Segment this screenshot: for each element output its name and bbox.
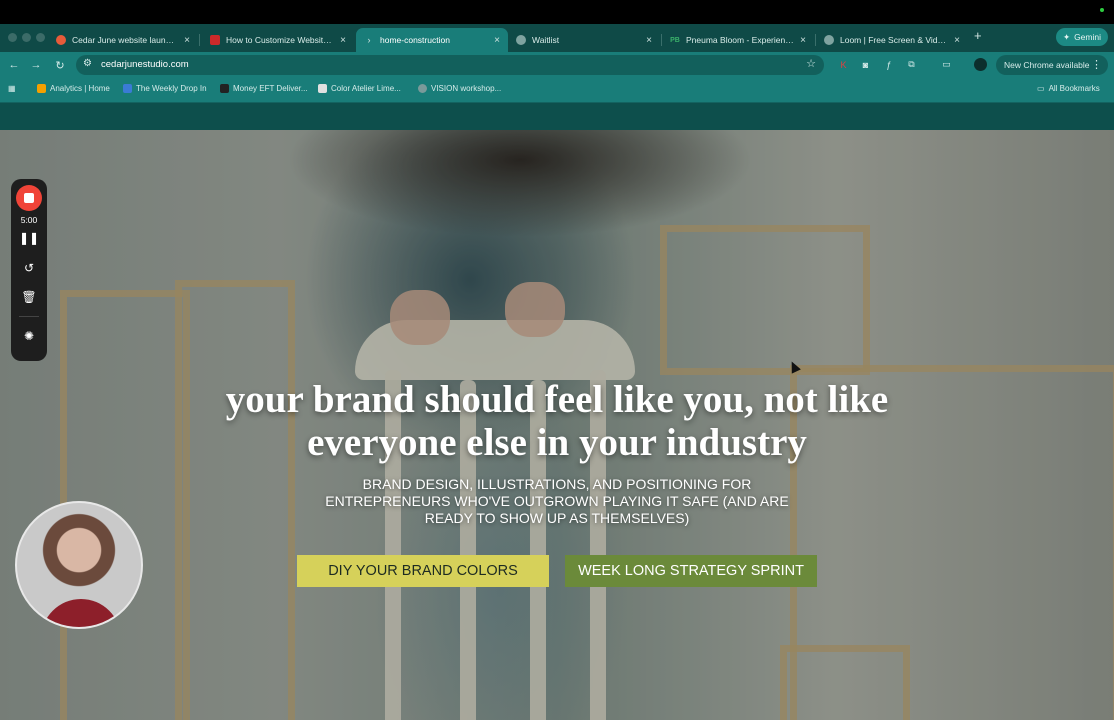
bookmark-label: Money EFT Deliver...: [233, 84, 308, 93]
tab-title: Cedar June website launch st: [72, 35, 179, 45]
stop-recording-button[interactable]: [16, 185, 42, 211]
zoom-window-dot[interactable]: [36, 33, 45, 42]
close-icon[interactable]: ×: [954, 35, 960, 46]
tab-title: How to Customize Website Te: [226, 35, 335, 45]
minimize-window-dot[interactable]: [22, 33, 31, 42]
stop-icon: [24, 193, 34, 203]
loom-recorder-controls: 5:00 ❚❚ ↺ 🗑 ✺: [11, 179, 47, 361]
bookmark-analytics[interactable]: Analytics | Home: [37, 84, 110, 93]
all-bookmarks-label: All Bookmarks: [1048, 84, 1100, 93]
hero-section: your brand should feel like you, not lik…: [0, 130, 1114, 720]
bookmark-favicon-icon: [123, 84, 132, 93]
bookmark-favicon-icon: [418, 84, 427, 93]
bookmark-favicon-icon: [318, 84, 327, 93]
bookmark-label: Analytics | Home: [50, 84, 110, 93]
address-bar[interactable]: ⚙ cedarjunestudio.com ☆: [76, 55, 824, 75]
new-tab-plus-icon[interactable]: +: [974, 28, 982, 43]
close-icon[interactable]: ×: [184, 35, 190, 46]
bookmarks-bar: ▦ Analytics | Home The Weekly Drop In Mo…: [0, 78, 1114, 103]
browser-toolbar: ← → ↻ ⚙ cedarjunestudio.com ☆ K ◙ ƒ ⧉ ▭ …: [0, 52, 1114, 78]
site-header-bar: [0, 103, 1114, 130]
bookmark-star-icon[interactable]: ☆: [806, 57, 816, 70]
url-text[interactable]: cedarjunestudio.com: [101, 59, 189, 70]
close-window-dot[interactable]: [8, 33, 17, 42]
bookmark-vision-workshop[interactable]: VISION workshop...: [418, 84, 501, 93]
folder-icon: ▭: [1037, 84, 1045, 93]
apps-grid-icon[interactable]: ▦: [8, 84, 16, 93]
profile-avatar-icon[interactable]: [974, 58, 987, 71]
confetti-icon[interactable]: ✺: [11, 329, 47, 343]
macos-menubar: [0, 0, 1114, 24]
tab-title: Loom | Free Screen & Video R: [840, 35, 949, 45]
tab-home-construction[interactable]: › home-construction ×: [356, 28, 508, 52]
extension-camera-icon[interactable]: ◙: [859, 58, 872, 71]
all-bookmarks-folder[interactable]: ▭ All Bookmarks: [1037, 84, 1100, 93]
trash-icon[interactable]: 🗑: [11, 290, 47, 304]
squarespace-favicon-icon: ›: [367, 35, 371, 45]
tab-title: Pneuma Bloom - Experience: [686, 35, 795, 45]
bookmark-money-eft[interactable]: Money EFT Deliver...: [220, 84, 308, 93]
extensions-puzzle-icon[interactable]: ⧉: [905, 58, 918, 71]
kebab-menu-icon[interactable]: ⋮: [1091, 58, 1102, 71]
status-indicator: [1100, 8, 1104, 12]
strategy-sprint-button[interactable]: WEEK LONG STRATEGY SPRINT: [565, 555, 817, 587]
back-arrow-icon[interactable]: ←: [6, 57, 22, 73]
bookmark-label: VISION workshop...: [431, 84, 502, 93]
restart-icon[interactable]: ↺: [11, 261, 47, 275]
tab-loom[interactable]: Loom | Free Screen & Video R ×: [816, 28, 968, 52]
tab-waitlist[interactable]: Waitlist ×: [508, 28, 660, 52]
hero-subheadline: BRAND DESIGN, ILLUSTRATIONS, AND POSITIO…: [325, 476, 789, 526]
tab-pneuma-bloom[interactable]: PB Pneuma Bloom - Experience ×: [662, 28, 814, 52]
webcam-bubble[interactable]: [15, 501, 143, 629]
extension-k-icon[interactable]: K: [837, 58, 850, 71]
pb-favicon-icon: PB: [670, 36, 680, 44]
tab-favicon-icon: [56, 35, 66, 45]
tab-favicon-icon: [210, 35, 220, 45]
tab-title: home-construction: [380, 35, 450, 45]
update-label: New Chrome available: [1004, 60, 1090, 70]
recording-timer: 5:00: [20, 215, 38, 225]
bookmark-color-atelier[interactable]: Color Atelier Lime...: [318, 84, 401, 93]
tab-cedar-june-launch[interactable]: Cedar June website launch st ×: [48, 28, 198, 52]
bookmark-label: The Weekly Drop In: [136, 84, 207, 93]
bookmark-label: Color Atelier Lime...: [331, 84, 401, 93]
chrome-update-button[interactable]: New Chrome available ⋮: [996, 55, 1108, 75]
analytics-icon: [37, 84, 46, 93]
sparkle-icon: ✦: [1062, 31, 1071, 42]
globe-icon: [516, 35, 526, 45]
forward-arrow-icon[interactable]: →: [28, 57, 44, 73]
close-icon[interactable]: ×: [646, 35, 652, 46]
close-icon[interactable]: ×: [340, 35, 346, 46]
site-info-icon[interactable]: ⚙: [83, 58, 92, 69]
gemini-label: Gemini: [1074, 32, 1101, 42]
extension-fx-icon[interactable]: ƒ: [882, 58, 895, 71]
tab-title: Waitlist: [532, 35, 560, 45]
tab-search-icon[interactable]: ▭: [940, 58, 953, 71]
bookmark-weekly-drop-in[interactable]: The Weekly Drop In: [123, 84, 207, 93]
bookmark-favicon-icon: [220, 84, 229, 93]
tab-strip: Cedar June website launch st × How to Cu…: [0, 24, 1114, 52]
diy-brand-colors-button[interactable]: DIY YOUR BRAND COLORS: [297, 555, 549, 587]
close-icon[interactable]: ×: [800, 35, 806, 46]
presenter-image: [41, 599, 121, 627]
tab-customize-website[interactable]: How to Customize Website Te ×: [202, 28, 354, 52]
globe-icon: [824, 35, 834, 45]
pause-icon[interactable]: ❚❚: [11, 231, 47, 245]
close-icon[interactable]: ×: [494, 35, 500, 46]
hero-headline: your brand should feel like you, not lik…: [225, 378, 889, 464]
reload-icon[interactable]: ↻: [52, 57, 68, 73]
gemini-button[interactable]: ✦ Gemini: [1055, 28, 1108, 46]
